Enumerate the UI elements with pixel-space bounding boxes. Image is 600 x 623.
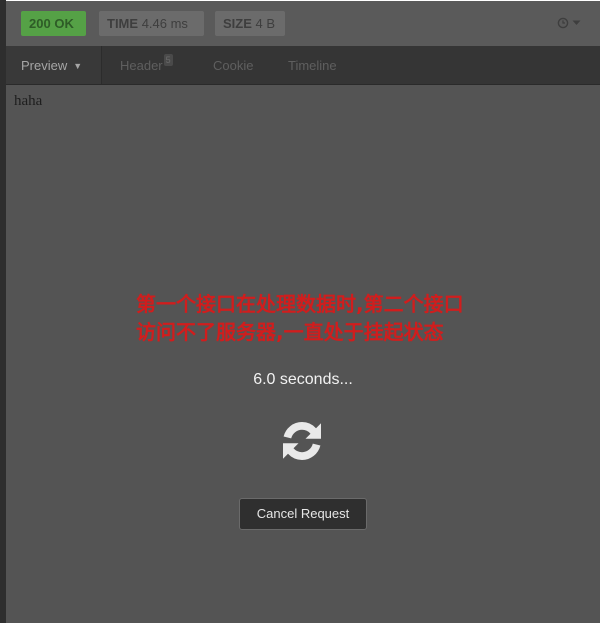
- status-code-badge: 200 OK: [21, 11, 86, 36]
- clock-icon: [557, 17, 569, 29]
- tab-timeline[interactable]: Timeline: [288, 46, 337, 84]
- annotation-line-1: 第一个接口在处理数据时,第二个接口: [136, 292, 464, 316]
- status-text: OK: [54, 16, 74, 31]
- header-count-badge: 5: [163, 54, 173, 66]
- refresh-icon: [283, 422, 321, 460]
- tab-cookie-label: Cookie: [213, 58, 254, 73]
- status-code: 200: [29, 16, 51, 31]
- response-status-bar: 200 OK TIME 4.46 ms SIZE 4 B: [6, 0, 600, 46]
- response-pane: 200 OK TIME 4.46 ms SIZE 4 B Preview ▼ He…: [0, 0, 600, 623]
- size-value: 4 B: [255, 16, 276, 31]
- tab-preview[interactable]: Preview ▼: [6, 46, 102, 84]
- tab-timeline-label: Timeline: [288, 58, 337, 73]
- top-border: [6, 0, 600, 1]
- response-preview-area: haha 第一个接口在处理数据时,第二个接口 访问不了服务器,一直处于挂起状态 …: [6, 85, 600, 623]
- size-label: SIZE: [223, 16, 252, 31]
- tab-header[interactable]: Header 5: [120, 46, 173, 84]
- caret-down-icon: [572, 20, 581, 25]
- history-dropdown-button[interactable]: [557, 13, 581, 33]
- loading-elapsed-text: 6.0 seconds...: [253, 371, 353, 388]
- response-body-text: haha: [14, 93, 43, 109]
- cancel-request-button[interactable]: Cancel Request: [239, 498, 367, 530]
- size-badge: SIZE 4 B: [215, 11, 285, 36]
- time-badge: TIME 4.46 ms: [99, 11, 204, 36]
- time-value: 4.46 ms: [141, 16, 188, 31]
- tab-preview-label: Preview: [21, 58, 68, 73]
- response-tab-bar: Preview ▼ Header 5 Cookie Timeline: [6, 46, 600, 85]
- caret-down-icon: ▼: [73, 61, 83, 71]
- tab-header-label: Header: [120, 58, 163, 73]
- annotation-line-2: 访问不了服务器,一直处于挂起状态: [136, 320, 444, 344]
- time-label: TIME: [107, 16, 139, 31]
- tab-cookie[interactable]: Cookie: [213, 46, 253, 84]
- annotation-overlay: 第一个接口在处理数据时,第二个接口 访问不了服务器,一直处于挂起状态: [136, 290, 556, 346]
